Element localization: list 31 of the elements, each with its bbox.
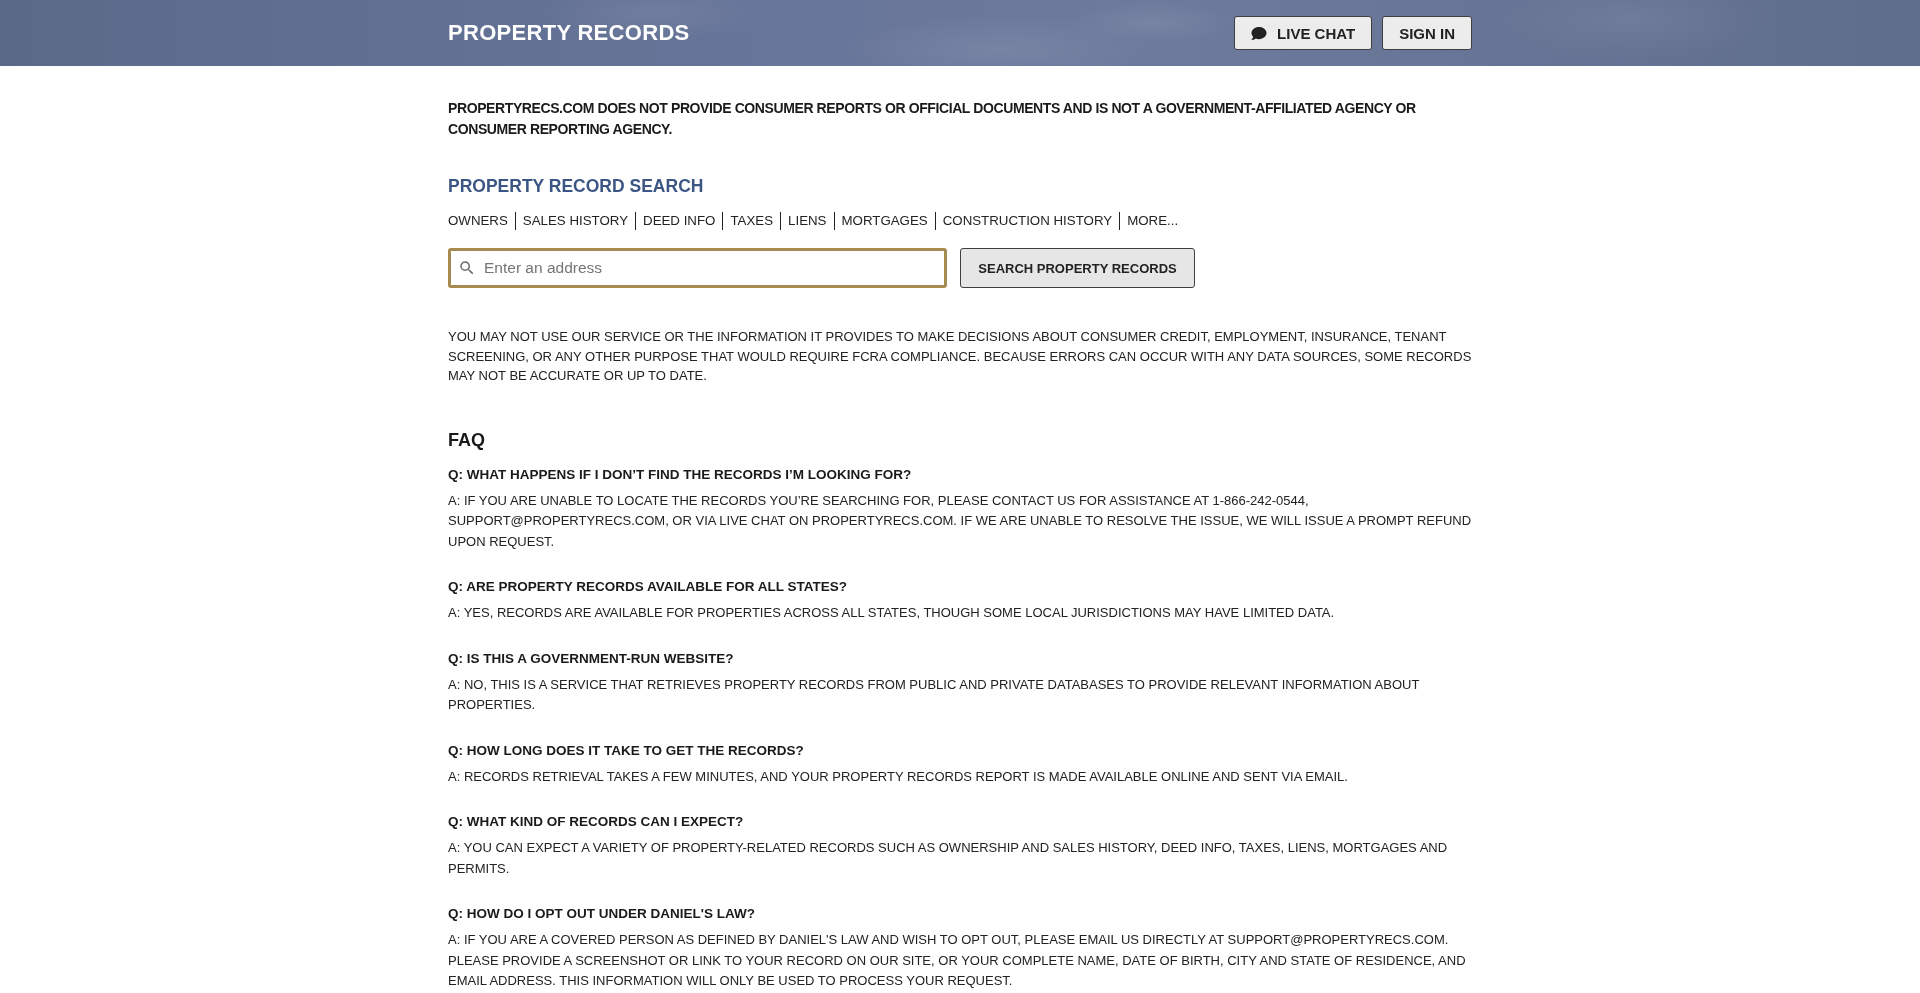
- disclaimer-text: PROPERTYRECS.COM DOES NOT PROVIDE CONSUMER REPORTS OR OFFICIAL DOCUMENTS AND IS NOT A GOVERNMENT-AFFILIATED AGENCY OR CONSUMER REPORTING AGENCY.: [448, 99, 1417, 139]
- category-link[interactable]: DEED INFO: [635, 212, 723, 230]
- category-link[interactable]: LIENS: [780, 212, 834, 230]
- faq-answer: A: RECORDS RETRIEVAL TAKES A FEW MINUTES, AND YOUR PROPERTY RECORDS REPORT IS MADE AVAILABLE ONLINE AND SENT VIA EMAIL.: [448, 767, 1349, 786]
- faq-answer: A: NO, THIS IS A SERVICE THAT RETRIEVES PROPERTY RECORDS FROM PUBLIC AND PRIVATE DATABASES TO PROVIDE RELEVANT INFORMATION ABOUT PROPERTIES.: [448, 675, 1421, 714]
- search-button[interactable]: SEARCH PROPERTY RECORDS: [960, 248, 1195, 288]
- category-link[interactable]: MORTGAGES: [833, 212, 935, 230]
- category-link[interactable]: CONSTRUCTION HISTORY: [934, 212, 1120, 230]
- address-search-field[interactable]: Enter an address: [448, 248, 947, 288]
- category-link[interactable]: OWNERS: [448, 212, 515, 230]
- faq-question: Q: HOW LONG DOES IT TAKE TO GET THE RECORDS?: [448, 741, 805, 760]
- live-chat-button[interactable]: LIVE CHAT: [1234, 16, 1373, 50]
- faq-answer: A: YES, RECORDS ARE AVAILABLE FOR PROPERTIES ACROSS ALL STATES, THOUGH SOME LOCAL JURISDICTIONS MAY HAVE LIMITED DATA.: [448, 604, 1336, 622]
- search-icon: [458, 259, 476, 277]
- sign-in-button[interactable]: SIGN IN: [1382, 16, 1472, 50]
- faq-answer: A: IF YOU ARE A COVERED PERSON AS DEFINED BY DANIEL'S LAW AND WISH TO OPT OUT, PLEASE EMAIL US DIRECTLY AT SUPPORT@PROPERTYRECS.COM. PLEASE PROVIDE A SCREENSHOT OR LINK TO YOUR RECORD ON OUR SITE, OR YOUR COMPLETE NAME, DATE OF BIRTH, CITY AND STATE OF RESIDENCE, AND EMAIL ADDRESS. THIS INFORMATION WILL ONLY BE USED TO PROCESS YOUR REQUEST.: [448, 931, 1467, 990]
- notice-text: YOU MAY NOT USE OUR SERVICE OR THE INFORMATION IT PROVIDES TO MAKE DECISIONS ABOUT CONSUMER CREDIT, EMPLOYMENT, INSURANCE, TENANT SCREENING, OR ANY OTHER PURPOSE THAT WOULD REQUIRE FCRA COMPLIANCE. BECAUSE ERRORS CAN OCCUR WITH ANY DATA SOURCES, SOME RECORDS MAY NOT BE ACCURATE OR UP TO DATE.: [448, 328, 1472, 385]
- speech-bubble-icon: [1251, 25, 1268, 41]
- faq-heading: FAQ: [448, 428, 486, 452]
- faq-answer: A: IF YOU ARE UNABLE TO LOCATE THE RECORDS YOU’RE SEARCHING FOR, PLEASE CONTACT US FOR ASSISTANCE AT 1-866-242-0544, SUPPORT@PROPERTYRECS.COM, OR VIA LIVE CHAT ON PROPERTYRECS.COM. IF WE ARE UNABLE TO RESOLVE THE ISSUE, WE WILL ISSUE A PROMPT REFUND UPON REQUEST.: [448, 491, 1472, 551]
- faq-question: Q: HOW DO I OPT OUT UNDER DANIEL'S LAW?: [448, 905, 756, 923]
- faq-question: Q: IS THIS A GOVERNMENT-RUN WEBSITE?: [448, 649, 735, 668]
- category-link[interactable]: SALES HISTORY: [514, 212, 636, 230]
- faq-answer: A: YOU CAN EXPECT A VARIETY OF PROPERTY-RELATED RECORDS SUCH AS OWNERSHIP AND SALES HISTORY, DEED INFO, TAXES, LIENS, MORTGAGES AND PERMITS.: [448, 839, 1449, 878]
- site-title: PROPERTY RECORDS: [448, 20, 690, 46]
- category-link[interactable]: TAXES: [722, 212, 781, 230]
- faq-question: Q: WHAT HAPPENS IF I DON’T FIND THE RECORDS I’M LOOKING FOR?: [448, 465, 913, 484]
- faq-question: Q: WHAT KIND OF RECORDS CAN I EXPECT?: [448, 813, 745, 831]
- category-link[interactable]: MORE...: [1119, 212, 1186, 230]
- section-heading: PROPERTY RECORD SEARCH: [448, 175, 705, 198]
- faq-question: Q: ARE PROPERTY RECORDS AVAILABLE FOR ALL STATES?: [448, 578, 848, 596]
